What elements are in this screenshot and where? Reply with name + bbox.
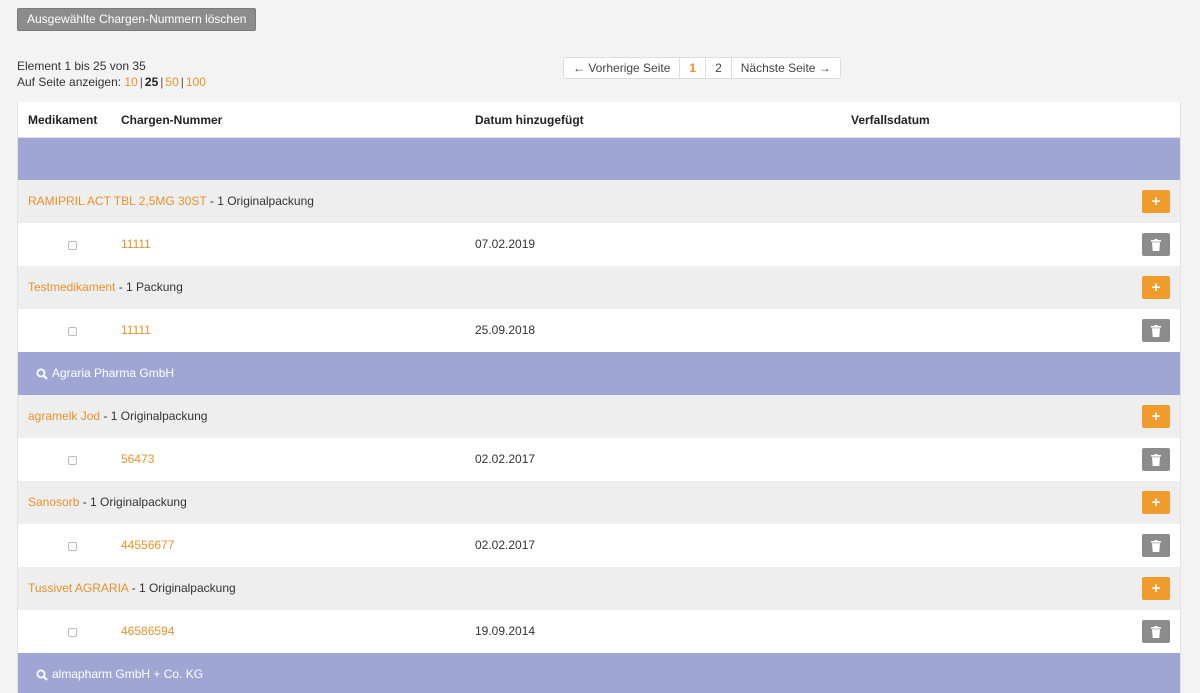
delete-batch-button[interactable] [1142, 319, 1170, 342]
batch-date-added: 25.09.2018 [475, 323, 536, 337]
medication-link[interactable]: Testmedikament [28, 280, 115, 294]
batch-table: Medikament Chargen-Nummer Datum hinzugef… [17, 102, 1181, 693]
range-text: Element 1 bis 25 von 35 [17, 59, 146, 73]
batch-checkbox[interactable] [68, 456, 77, 465]
plus-icon: + [1151, 494, 1161, 511]
list-info: Element 1 bis 25 von 35 Auf Seite anzeig… [17, 58, 206, 90]
prev-page-link[interactable]: ← Vorherige Seite [564, 58, 681, 78]
table-header: Medikament Chargen-Nummer Datum hinzugef… [18, 102, 1180, 138]
manufacturer-name: almapharm GmbH + Co. KG [52, 667, 204, 681]
trash-icon [1151, 453, 1161, 466]
batch-number-link[interactable]: 11111 [121, 309, 151, 352]
per-page-label: Auf Seite anzeigen: [17, 75, 122, 89]
next-page-link[interactable]: Nächste Seite → [732, 58, 840, 78]
batch-row: 46586594 19.09.2014 [18, 610, 1180, 653]
batch-number-link[interactable]: 11111 [121, 223, 151, 266]
page-link-2[interactable]: 2 [706, 58, 732, 78]
per-page-option-50[interactable]: 50 [165, 75, 178, 89]
add-batch-button[interactable]: + [1142, 491, 1170, 514]
batch-date-added: 19.09.2014 [475, 624, 536, 638]
per-page-option-10[interactable]: 10 [124, 75, 137, 89]
delete-batch-button[interactable] [1142, 534, 1170, 557]
column-header-expiry-date: Verfallsdatum [851, 112, 930, 127]
batch-date-added: 02.02.2017 [475, 452, 536, 466]
batch-date-added: 02.02.2017 [475, 538, 536, 552]
batch-row: 56473 02.02.2017 [18, 438, 1180, 481]
medication-row: Testmedikament - 1 Packung + [18, 266, 1180, 309]
plus-icon: + [1151, 580, 1161, 597]
plus-icon: + [1151, 279, 1161, 296]
trash-icon [1151, 625, 1161, 638]
per-page-option-25: 25 [144, 75, 159, 89]
batch-checkbox[interactable] [68, 542, 77, 551]
manufacturer-group-header[interactable]: almapharm GmbH + Co. KG [18, 653, 1180, 693]
delete-batch-button[interactable] [1142, 233, 1170, 256]
pagination: ← Vorherige Seite 1 2 Nächste Seite → [563, 57, 841, 79]
medication-package: - 1 Originalpackung [131, 581, 236, 595]
column-header-medication: Medikament [28, 112, 98, 127]
search-icon [36, 368, 48, 380]
search-icon [36, 669, 48, 681]
medication-row: RAMIPRIL ACT TBL 2,5MG 30ST - 1 Original… [18, 180, 1180, 223]
trash-icon [1151, 238, 1161, 251]
per-page-selector: Auf Seite anzeigen: 10 | 25 | 50 | 100 [17, 75, 206, 89]
delete-batch-button[interactable] [1142, 448, 1170, 471]
medication-link[interactable]: Tussivet AGRARIA [28, 581, 128, 595]
batch-row: 44556677 02.02.2017 [18, 524, 1180, 567]
column-header-date-added: Datum hinzugefügt [475, 112, 584, 127]
delete-batch-button[interactable] [1142, 620, 1170, 643]
trash-icon [1151, 539, 1161, 552]
plus-icon: + [1151, 408, 1161, 425]
medication-link[interactable]: agramelk Jod [28, 409, 100, 423]
column-header-batch-number: Chargen-Nummer [121, 112, 223, 127]
batch-number-link[interactable]: 44556677 [121, 524, 174, 567]
trash-icon [1151, 324, 1161, 337]
add-batch-button[interactable]: + [1142, 276, 1170, 299]
medication-row: Tussivet AGRARIA - 1 Originalpackung + [18, 567, 1180, 610]
medication-package: - 1 Originalpackung [82, 495, 187, 509]
medication-package: - 1 Originalpackung [103, 409, 208, 423]
add-batch-button[interactable]: + [1142, 190, 1170, 213]
batch-checkbox[interactable] [68, 628, 77, 637]
batch-row: 11111 07.02.2019 [18, 223, 1180, 266]
medication-row: Sanosorb - 1 Originalpackung + [18, 481, 1180, 524]
medication-row: agramelk Jod - 1 Originalpackung + [18, 395, 1180, 438]
batch-date-added: 07.02.2019 [475, 237, 536, 251]
manufacturer-group-header [18, 138, 1180, 180]
manufacturer-name: Agraria Pharma GmbH [52, 366, 175, 380]
page-link-1[interactable]: 1 [680, 58, 707, 78]
add-batch-button[interactable]: + [1142, 577, 1170, 600]
medication-link[interactable]: Sanosorb [28, 495, 79, 509]
add-batch-button[interactable]: + [1142, 405, 1170, 428]
batch-checkbox[interactable] [68, 241, 77, 250]
plus-icon: + [1151, 193, 1161, 210]
delete-selected-batches-button[interactable]: Ausgewählte Chargen-Nummern löschen [17, 8, 257, 31]
medication-package: - 1 Packung [118, 280, 183, 294]
batch-checkbox[interactable] [68, 327, 77, 336]
manufacturer-group-header[interactable]: Agraria Pharma GmbH [18, 352, 1180, 395]
medication-package: - 1 Originalpackung [209, 194, 314, 208]
medication-link[interactable]: RAMIPRIL ACT TBL 2,5MG 30ST [28, 194, 207, 208]
batch-number-link[interactable]: 56473 [121, 438, 154, 481]
per-page-option-100[interactable]: 100 [186, 75, 206, 89]
batch-number-link[interactable]: 46586594 [121, 610, 174, 653]
batch-row: 11111 25.09.2018 [18, 309, 1180, 352]
